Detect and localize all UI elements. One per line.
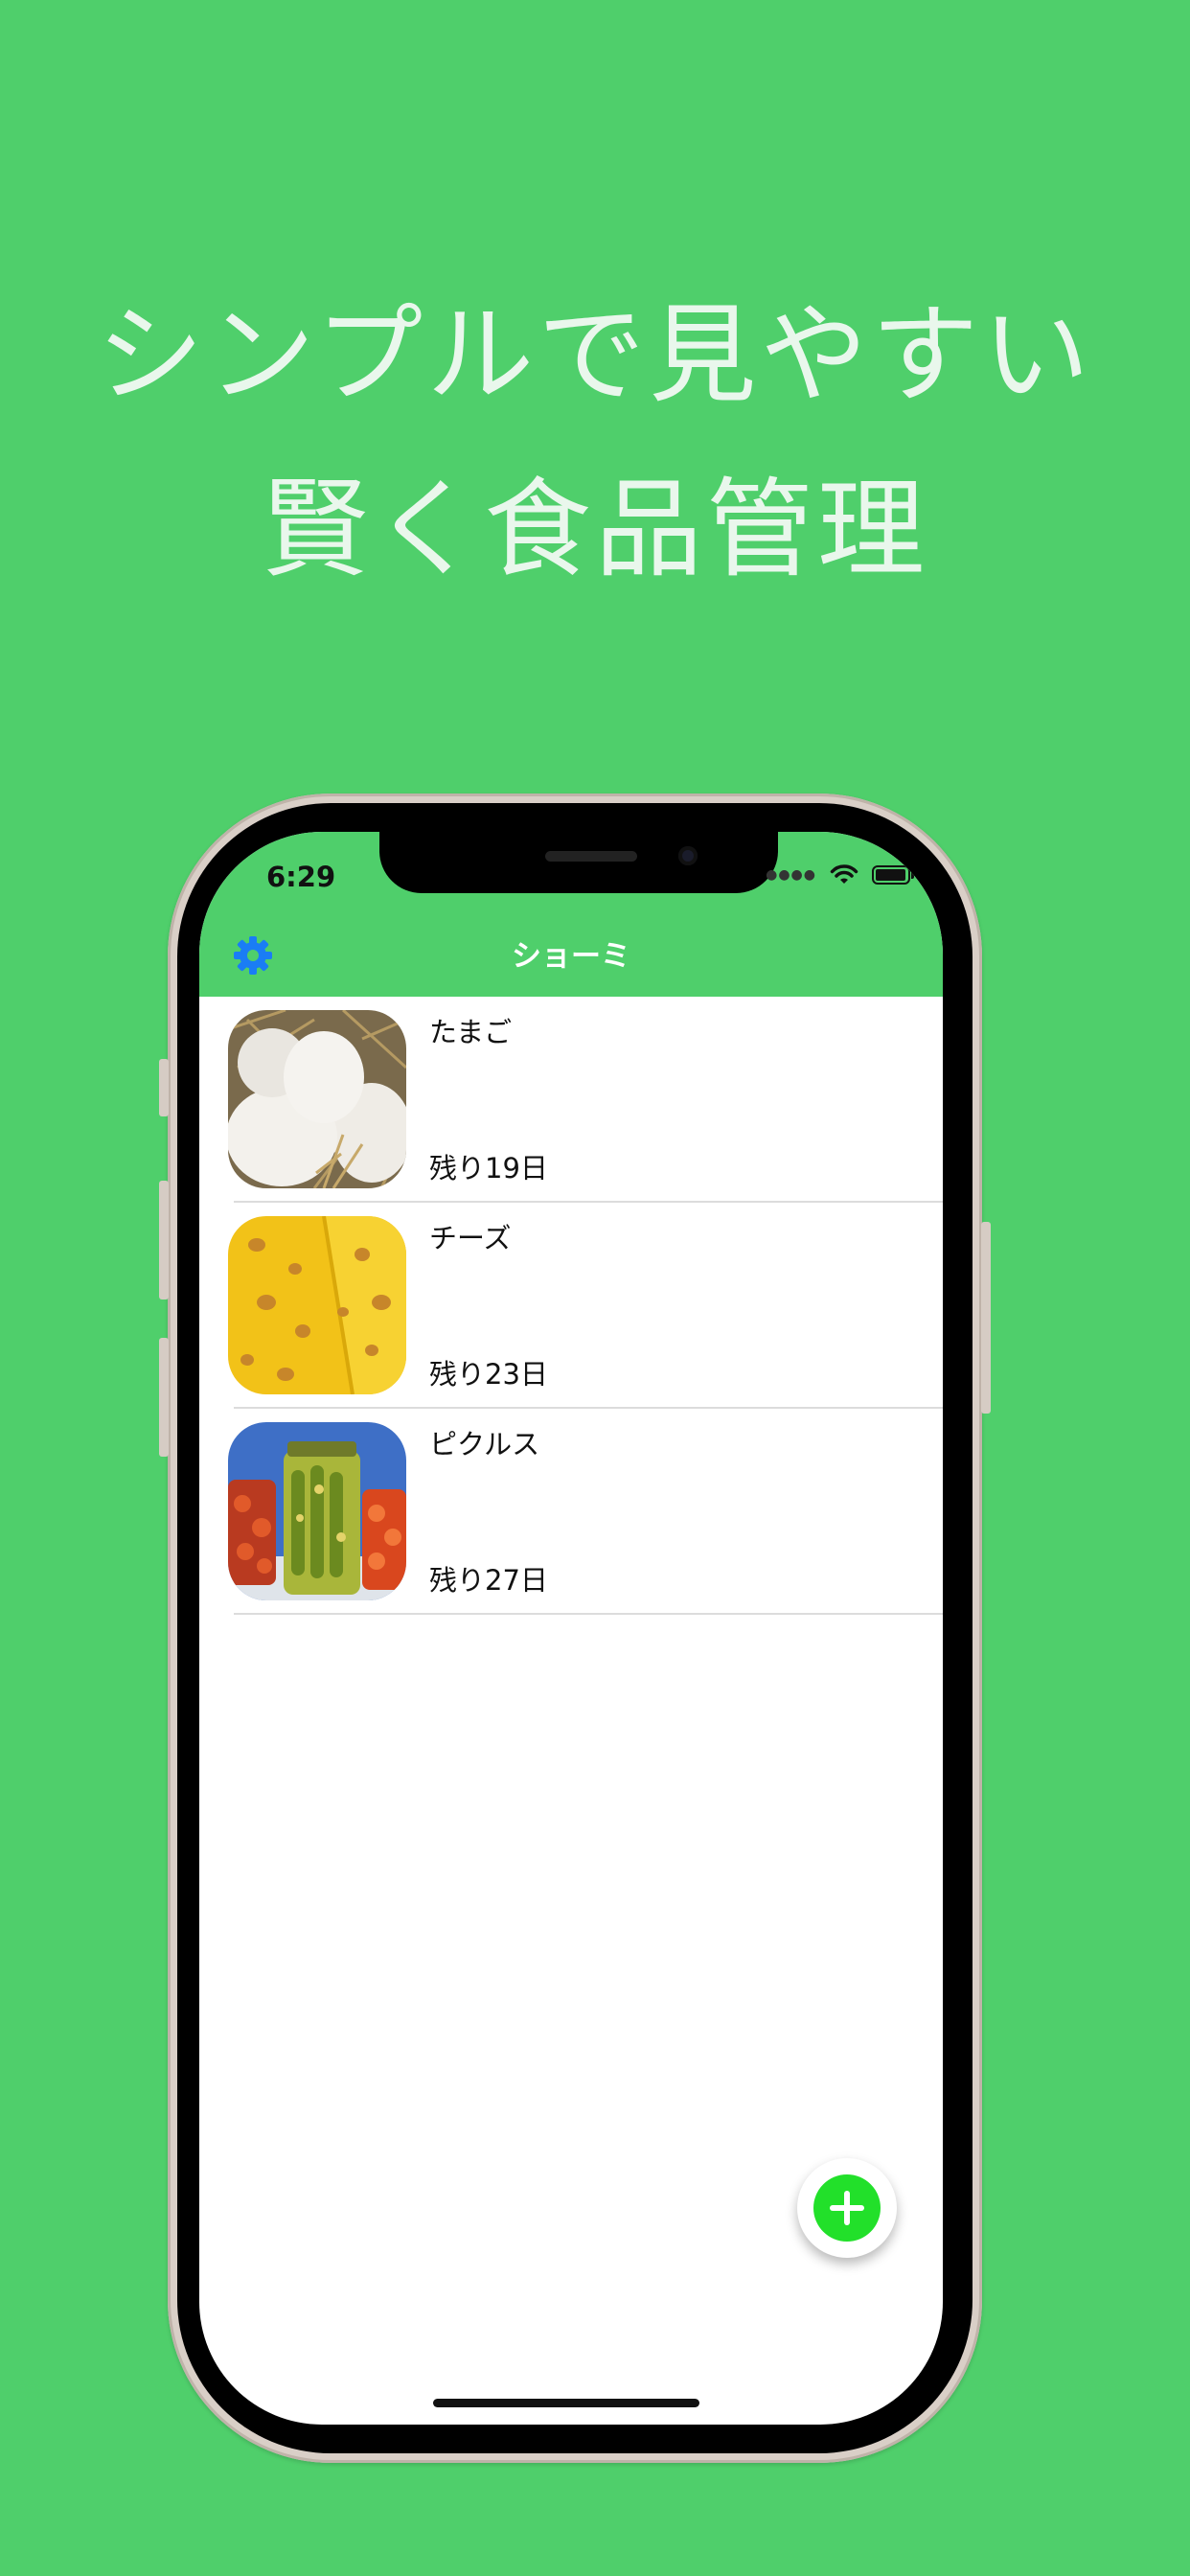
battery-icon (872, 865, 914, 885)
notch (379, 832, 778, 893)
list-item[interactable]: たまご 残り19日 (199, 997, 943, 1203)
pickles-photo (228, 1422, 406, 1600)
promo-headline-line1: シンプルで見やすい (96, 293, 1094, 418)
item-name: たまご (429, 1016, 513, 1048)
item-name: ピクルス (429, 1428, 540, 1460)
status-time: 6:29 (266, 861, 336, 893)
speaker (545, 851, 637, 862)
app-screen: 6:29 ●●●● ショーミ たまご 残り19日 チーズ 残り23日 ピクルス … (199, 832, 943, 2425)
eggs-photo (228, 1010, 406, 1188)
promo-headline-line2: 賢く食品管理 (262, 468, 928, 592)
add-item-button[interactable] (797, 2158, 897, 2258)
item-remaining-days: 残り27日 (429, 1564, 548, 1597)
home-indicator[interactable] (433, 2399, 699, 2407)
nav-title: ショーミ (512, 939, 630, 974)
phone-volume-up (159, 1181, 169, 1300)
item-name: チーズ (429, 1222, 512, 1254)
status-and-nav-bar: 6:29 ●●●● ショーミ (199, 832, 943, 997)
phone-volume-down (159, 1338, 169, 1457)
front-camera (678, 846, 698, 865)
phone-power-button (981, 1222, 991, 1414)
wifi-icon (830, 864, 858, 884)
item-remaining-days: 残り23日 (429, 1358, 548, 1391)
list-item[interactable]: チーズ 残り23日 (199, 1203, 943, 1409)
status-icons: ●●●● (766, 864, 914, 886)
row-divider (234, 1613, 943, 1615)
cheese-photo (228, 1216, 406, 1394)
item-remaining-days: 残り19日 (429, 1152, 548, 1184)
plus-icon (813, 2174, 881, 2242)
signal-icon: ●●●● (766, 867, 816, 883)
phone-silent-switch (159, 1059, 169, 1116)
food-list: たまご 残り19日 チーズ 残り23日 ピクルス 残り27日 (199, 997, 943, 1615)
list-item[interactable]: ピクルス 残り27日 (199, 1409, 943, 1615)
